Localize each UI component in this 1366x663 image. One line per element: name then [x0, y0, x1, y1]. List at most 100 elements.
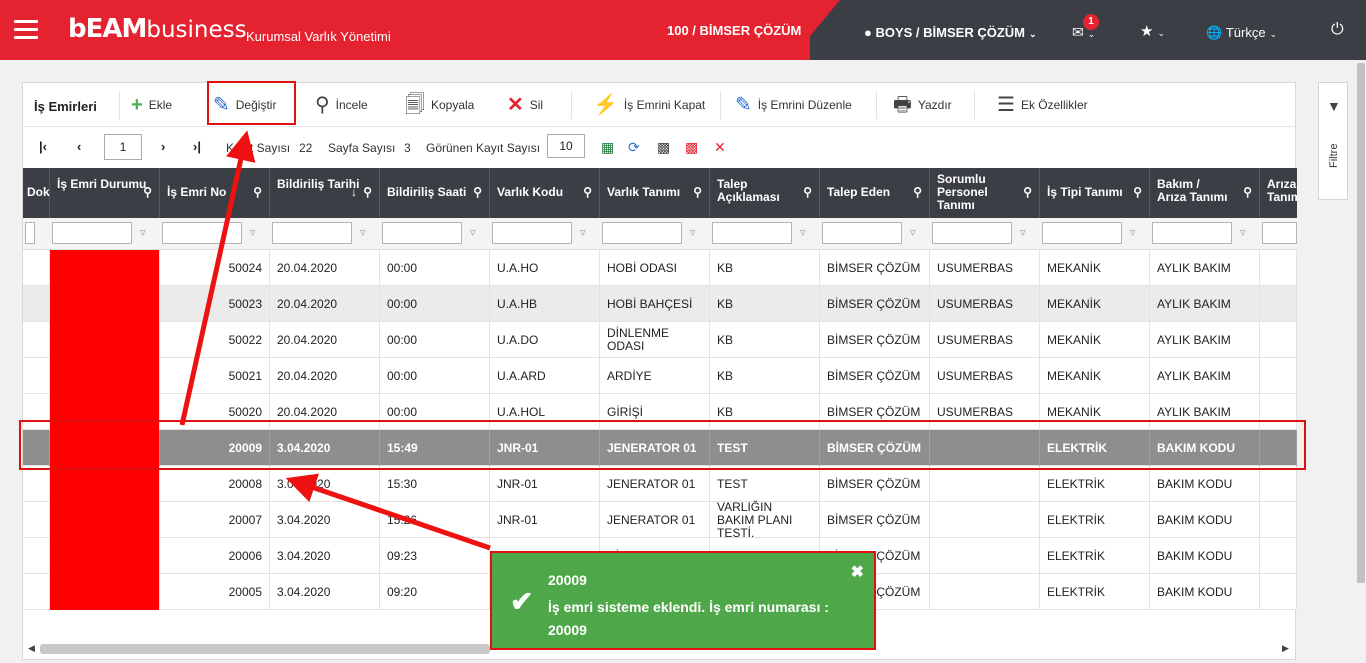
- copy-button[interactable]: 🗐 Kopyala: [405, 91, 474, 119]
- search-icon[interactable]: ⚲: [1023, 186, 1032, 199]
- last-page-icon[interactable]: ›|: [193, 139, 201, 154]
- funnel-icon[interactable]: ▿: [910, 226, 916, 239]
- company-selector[interactable]: 100 / BİMSER ÇÖZÜM: [667, 23, 801, 38]
- clear-grid-icon[interactable]: ▩: [685, 139, 698, 156]
- settings-grid-icon[interactable]: ▩: [657, 139, 670, 156]
- horizontal-scrollbar[interactable]: [40, 644, 490, 654]
- menu-icon[interactable]: [14, 20, 38, 40]
- funnel-icon[interactable]: ▿: [1020, 226, 1026, 239]
- header-maintenance[interactable]: Bakım / Arıza Tanımı ⚲: [1150, 168, 1260, 218]
- funnel-icon[interactable]: ▿: [580, 226, 586, 239]
- header-date[interactable]: Bildiriliş Tarihi ↓ ⚲: [270, 168, 380, 218]
- refresh-icon[interactable]: ⟳: [628, 139, 640, 156]
- search-icon[interactable]: ⚲: [1133, 186, 1142, 199]
- inspect-label: İncele: [335, 98, 368, 112]
- copy-label: Kopyala: [430, 98, 475, 112]
- cell-maintenance: BAKIM KODU: [1150, 502, 1260, 538]
- filter-request-desc-input[interactable]: [712, 222, 792, 244]
- filter-maintenance-input[interactable]: [1152, 222, 1232, 244]
- filter-job-type-input[interactable]: [1042, 222, 1122, 244]
- filter-status-input[interactable]: [52, 222, 132, 244]
- header-time[interactable]: Bildiriliş Saati ⚲: [380, 168, 490, 218]
- funnel-icon[interactable]: ▿: [690, 226, 696, 239]
- excel-icon[interactable]: ▦: [601, 139, 614, 156]
- table-row[interactable]: 20007 3.04.2020 15:26 JNR-01 JENERATOR 01 VAR…: [23, 500, 1297, 539]
- add-button[interactable]: + Ekle: [131, 91, 172, 119]
- funnel-icon[interactable]: ▿: [1240, 226, 1246, 239]
- extra-features-button[interactable]: ☰ Ek Özellikler: [997, 91, 1088, 119]
- search-icon[interactable]: ⚲: [253, 186, 262, 199]
- language-selector[interactable]: 🌐 Türkçe ⌄: [1206, 25, 1277, 41]
- search-icon[interactable]: ⚲: [803, 186, 812, 199]
- search-icon[interactable]: ⚲: [143, 186, 152, 199]
- funnel-icon[interactable]: ▿: [800, 226, 806, 239]
- print-button[interactable]: 🖶 Yazdır: [893, 91, 952, 119]
- cell-status: [50, 286, 160, 322]
- search-icon[interactable]: ⚲: [583, 186, 592, 199]
- filter-time-input[interactable]: [382, 222, 462, 244]
- filter-personnel-input[interactable]: [932, 222, 1012, 244]
- cell-job-type: ELEKTRİK: [1040, 466, 1150, 502]
- header-doc[interactable]: Dok: [23, 168, 50, 218]
- funnel-icon[interactable]: ▿: [140, 226, 146, 239]
- funnel-icon[interactable]: ▿: [250, 226, 256, 239]
- scroll-right-icon[interactable]: ▶: [1282, 643, 1289, 654]
- cell-no: 20005: [160, 574, 270, 610]
- cell-personnel: USUMERBAS: [930, 358, 1040, 394]
- header-requester[interactable]: Talep Eden ⚲: [820, 168, 930, 218]
- cell-job-type: MEKANİK: [1040, 358, 1150, 394]
- filter-date-input[interactable]: [272, 222, 352, 244]
- delete-button[interactable]: ✕ Sil: [507, 91, 543, 119]
- header-asset-code-label: Varlık Kodu: [497, 185, 564, 199]
- cell-job-type: MEKANİK: [1040, 250, 1150, 286]
- search-icon[interactable]: ⚲: [913, 186, 922, 199]
- header-asset-code[interactable]: Varlık Kodu ⚲: [490, 168, 600, 218]
- table-row[interactable]: 20008 3.04.2020 15:30 JNR-01 JENERATOR 01 TES…: [23, 466, 1297, 502]
- close-icon[interactable]: ✖: [851, 562, 864, 582]
- inspect-button[interactable]: ⚲ İncele: [315, 91, 368, 119]
- header-job-type[interactable]: İş Tipi Tanımı ⚲: [1040, 168, 1150, 218]
- funnel-icon[interactable]: ▿: [360, 226, 366, 239]
- power-icon[interactable]: ⏻: [1331, 21, 1344, 39]
- filter-asset-code-input[interactable]: [492, 222, 572, 244]
- close-order-button[interactable]: ⚡ İş Emrini Kapat: [593, 91, 705, 119]
- header-status[interactable]: İş Emri Durumu ⚲: [50, 168, 160, 218]
- funnel-icon[interactable]: ▿: [1130, 226, 1136, 239]
- search-icon[interactable]: ⚲: [473, 186, 482, 199]
- next-page-icon[interactable]: ›: [161, 139, 165, 154]
- scroll-left-icon[interactable]: ◀: [28, 643, 35, 654]
- page-number-input[interactable]: 1: [104, 134, 142, 160]
- table-row[interactable]: 50024 20.04.2020 00:00 U.A.HO HOBİ ODASI KB Bİ…: [23, 250, 1297, 286]
- first-page-icon[interactable]: |‹: [39, 139, 47, 154]
- filter-requester-input[interactable]: [822, 222, 902, 244]
- search-icon[interactable]: ⚲: [363, 186, 372, 199]
- cell-requester: BİMSER ÇÖZÜM: [820, 502, 930, 538]
- table-row[interactable]: 50021 20.04.2020 00:00 U.A.ARD ARDİYE KB BİMSE…: [23, 358, 1297, 394]
- header-request-desc[interactable]: Talep Açıklaması ⚲: [710, 168, 820, 218]
- edit-order-button[interactable]: ✎ İş Emrini Düzenle: [735, 91, 852, 119]
- filter-doc-input[interactable]: [25, 222, 35, 244]
- funnel-icon[interactable]: ▿: [470, 226, 476, 239]
- cell-personnel: [930, 466, 1040, 502]
- filter-asset-desc-input[interactable]: [602, 222, 682, 244]
- table-row[interactable]: 50022 20.04.2020 00:00 U.A.DO DİNLENME ODASI…: [23, 322, 1297, 358]
- filter-fault-input[interactable]: [1262, 222, 1297, 244]
- header-personnel[interactable]: Sorumlu Personel Tanımı ⚲: [930, 168, 1040, 218]
- star-icon[interactable]: ★ ⌄: [1140, 22, 1165, 40]
- clear-filter-icon[interactable]: ✕: [714, 139, 726, 156]
- logo[interactable]: bEAMbusiness: [68, 14, 247, 44]
- header-no[interactable]: İş Emri No ⚲: [160, 168, 270, 218]
- filter-panel-tab[interactable]: ▼ Filtre: [1318, 82, 1348, 200]
- visible-count-input[interactable]: 10: [547, 134, 585, 158]
- vertical-scrollbar[interactable]: [1357, 63, 1365, 583]
- filter-no-input[interactable]: [162, 222, 242, 244]
- sort-down-icon[interactable]: ↓: [351, 186, 357, 199]
- header-asset-desc[interactable]: Varlık Tanımı ⚲: [600, 168, 710, 218]
- search-icon[interactable]: ⚲: [1243, 186, 1252, 199]
- table-row[interactable]: 50023 20.04.2020 00:00 U.A.HB HOBİ BAHÇESİ KB…: [23, 286, 1297, 322]
- search-icon[interactable]: ⚲: [693, 186, 702, 199]
- prev-page-icon[interactable]: ‹: [77, 139, 81, 154]
- user-menu[interactable]: ● BOYS / BİMSER ÇÖZÜM ⌄: [864, 25, 1037, 40]
- cell-status: [50, 538, 160, 574]
- header-fault[interactable]: Arıza Tanım: [1260, 168, 1297, 218]
